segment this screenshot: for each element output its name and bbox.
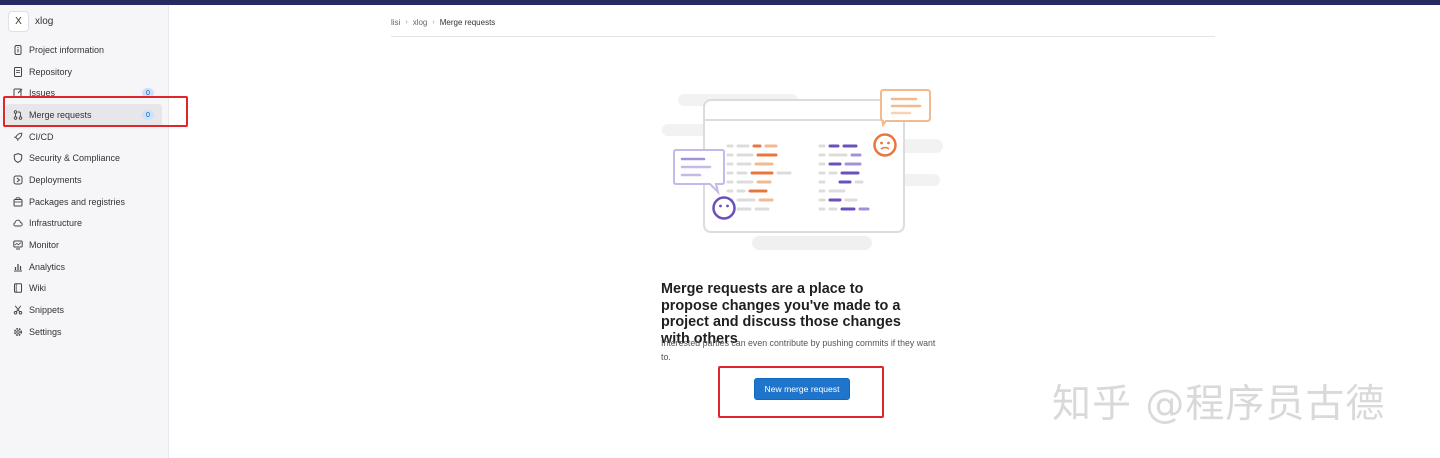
sidebar-item-label: Deployments xyxy=(29,174,82,185)
breadcrumb-project[interactable]: xlog xyxy=(413,18,428,27)
scissors-icon xyxy=(13,305,23,315)
merge-requests-empty-illustration xyxy=(662,89,943,250)
sidebar-item-analytics[interactable]: Analytics xyxy=(0,256,168,278)
sidebar-item-label: Monitor xyxy=(29,240,60,251)
rocket-icon xyxy=(14,132,23,141)
breadcrumb: lisi › xlog › Merge requests xyxy=(391,16,495,28)
book-icon xyxy=(14,283,22,294)
sidebar: X xlog Project information Repository Is… xyxy=(0,5,169,458)
sidebar-item-packages-registries[interactable]: Packages and registries xyxy=(0,191,168,213)
sidebar-item-settings[interactable]: Settings xyxy=(0,321,168,343)
header-divider xyxy=(391,36,1215,37)
highlight-box-new-merge-request xyxy=(718,366,884,418)
info-icon xyxy=(14,44,22,55)
cloud-icon xyxy=(13,220,23,227)
sidebar-item-snippets[interactable]: Snippets xyxy=(0,299,168,321)
project-avatar: X xyxy=(8,10,29,32)
top-navbar xyxy=(0,0,1440,5)
sidebar-item-wiki[interactable]: Wiki xyxy=(0,278,168,300)
gear-icon xyxy=(13,327,23,336)
watermark-text: 知乎 @程序员古德 xyxy=(1052,382,1386,427)
sidebar-item-label: Repository xyxy=(29,66,73,77)
sidebar-item-project-information[interactable]: Project information xyxy=(0,39,168,61)
chart-icon xyxy=(14,263,22,272)
sidebar-item-monitor[interactable]: Monitor xyxy=(0,234,168,256)
shield-icon xyxy=(13,153,23,164)
sidebar-item-label: Settings xyxy=(29,326,62,337)
breadcrumb-current[interactable]: Merge requests xyxy=(440,18,496,27)
highlight-box-merge-requests xyxy=(3,96,188,127)
sidebar-item-label: Packages and registries xyxy=(29,196,126,207)
sidebar-item-label: Project information xyxy=(29,44,105,55)
breadcrumb-user[interactable]: lisi xyxy=(391,18,400,27)
doc-icon xyxy=(14,66,22,77)
sidebar-item-label: Wiki xyxy=(29,283,46,294)
sidebar-item-security-compliance[interactable]: Security & Compliance xyxy=(0,147,168,169)
project-name: xlog xyxy=(35,15,54,27)
monitor-icon xyxy=(13,240,23,250)
chevron-right-icon: › xyxy=(432,18,435,26)
sidebar-item-repository[interactable]: Repository xyxy=(0,61,168,83)
chevron-right-icon: › xyxy=(405,18,408,26)
sidebar-nav: Project information Repository Issues 0 … xyxy=(0,39,168,343)
sidebar-item-label: CI/CD xyxy=(29,131,54,142)
sidebar-item-label: Infrastructure xyxy=(29,218,83,229)
sidebar-item-deployments[interactable]: Deployments xyxy=(0,169,168,191)
deployments-icon xyxy=(13,175,23,185)
sidebar-item-label: Snippets xyxy=(29,305,65,316)
sidebar-item-label: Analytics xyxy=(29,261,66,272)
sidebar-item-label: Security & Compliance xyxy=(29,153,121,164)
sidebar-item-infrastructure[interactable]: Infrastructure xyxy=(0,213,168,235)
sidebar-item-ci-cd[interactable]: CI/CD xyxy=(0,126,168,148)
empty-state-description: Interested parties can even contribute b… xyxy=(661,338,936,362)
package-icon xyxy=(13,197,23,207)
project-header[interactable]: X xlog xyxy=(0,7,168,35)
